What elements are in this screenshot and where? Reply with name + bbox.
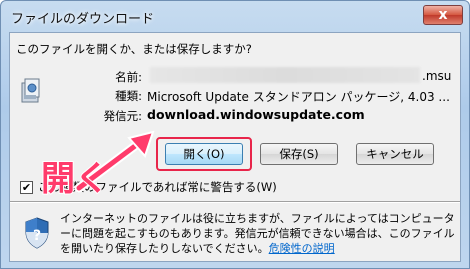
file-icon (21, 78, 40, 103)
download-question: このファイルを開くか、または保存しますか? (16, 42, 252, 56)
annotation-open-label: 開く (40, 158, 110, 200)
source-value: download.windowsupdate.com (147, 107, 365, 122)
security-warning-text: インターネットのファイルは役に立ちますが、ファイルによってはコンピューターに問題… (60, 211, 456, 256)
blurred-file-name (150, 67, 420, 83)
risk-explanation-link[interactable]: 危険性の説明 (269, 242, 335, 255)
cancel-button[interactable]: キャンセル (356, 143, 434, 165)
type-label: 種類: (115, 89, 142, 103)
open-button[interactable]: 開く(O) (165, 143, 243, 165)
name-label: 名前: (115, 70, 142, 84)
source-label: 発信元: (103, 109, 142, 123)
download-dialog-window: ファイルのダウンロード x このファイルを開くか、または保存しますか? 名前: … (0, 0, 470, 269)
warning-message: インターネットのファイルは役に立ちますが、ファイルによってはコンピューターに問題… (60, 212, 455, 255)
svg-text:?: ? (33, 228, 41, 244)
close-button[interactable]: x (423, 5, 463, 25)
file-extension: .msu (422, 69, 452, 83)
title-bar[interactable]: ファイルのダウンロード x (1, 1, 469, 33)
divider (10, 201, 460, 202)
always-warn-checkbox[interactable]: ✔ (20, 180, 33, 194)
file-type-value: Microsoft Update スタンドアロン パッケージ, 4.03 ... (147, 90, 450, 104)
window-title: ファイルのダウンロード (11, 12, 155, 27)
shield-icon: ? (25, 217, 49, 249)
close-icon: x (438, 7, 448, 23)
save-button[interactable]: 保存(S) (260, 143, 338, 165)
